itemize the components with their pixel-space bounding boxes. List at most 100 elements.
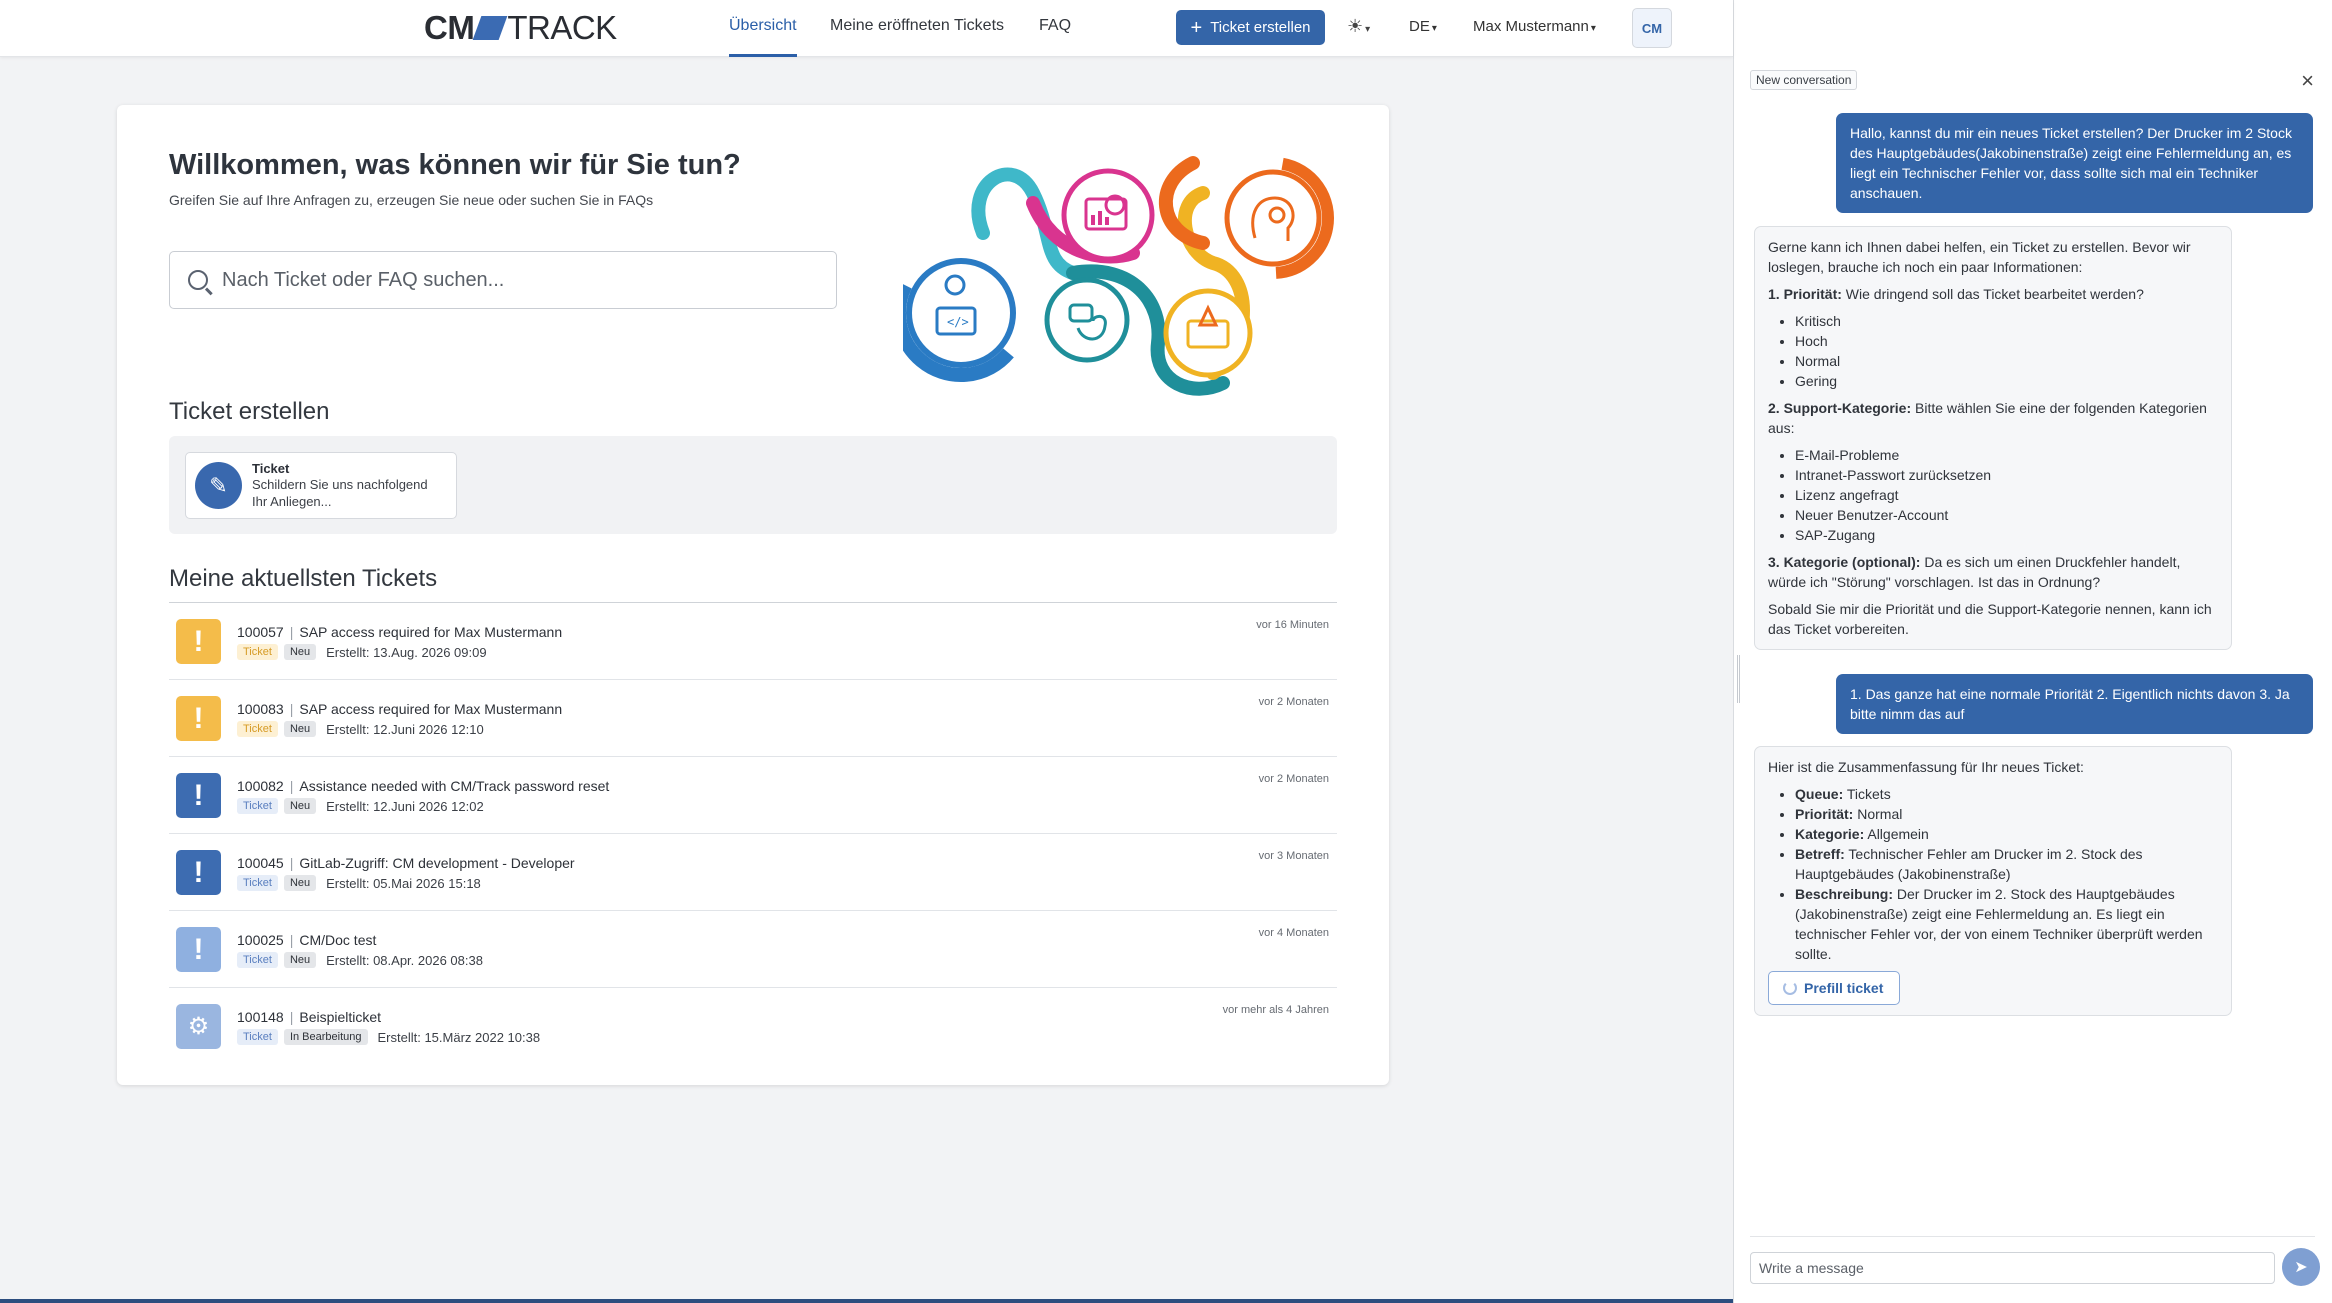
ticket-template-tile[interactable]: ✎ Ticket Schildern Sie uns nachfolgend I… — [185, 452, 457, 519]
ticket-type-badge: Ticket — [237, 644, 278, 660]
top-navbar: CM TRACK Übersicht Meine eröffneten Tick… — [0, 0, 1733, 57]
list-item: E-Mail-Probleme — [1795, 445, 2218, 465]
create-ticket-panel: ✎ Ticket Schildern Sie uns nachfolgend I… — [169, 436, 1337, 534]
ticket-age: vor 2 Monaten — [1258, 773, 1329, 785]
ticket-id: 100082 — [237, 778, 284, 794]
gear-icon: ⚙ — [176, 1004, 221, 1049]
ticket-title-line[interactable]: 100025 | CM/Doc test — [237, 932, 376, 948]
ticket-row[interactable]: ⚙ 100148 | Beispielticket Ticket In Bearbei… — [169, 988, 1337, 1065]
ticket-id: 100148 — [237, 1009, 284, 1025]
ticket-created: Erstellt: 08.Apr. 2026 08:38 — [326, 952, 483, 968]
exclamation-icon: ! — [176, 696, 221, 741]
service-illustration: </> — [903, 156, 1334, 396]
assistant-outro: Sobald Sie mir die Priorität und die Sup… — [1768, 601, 2212, 637]
nav-link-my-tickets[interactable]: Meine eröffneten Tickets — [830, 17, 1004, 57]
category-list: E-Mail-Probleme Intranet-Passwort zurück… — [1795, 445, 2218, 545]
status-badge: Neu — [283, 798, 317, 814]
recent-tickets-list: ! 100057 | SAP access required for Max Mus… — [169, 603, 1337, 1065]
ticket-age: vor 16 Minuten — [1256, 619, 1329, 631]
logo-track-text: TRACK — [507, 9, 617, 46]
create-ticket-button[interactable]: + Ticket erstellen — [1176, 10, 1325, 45]
nav-link-overview[interactable]: Übersicht — [729, 17, 797, 57]
list-item: Hoch — [1795, 331, 2218, 351]
theme-toggle[interactable]: ☀ ▾ — [1347, 16, 1370, 37]
ticket-title-line[interactable]: 100057 | SAP access required for Max Muste… — [237, 624, 562, 640]
ticket-subject: CM/Doc test — [299, 932, 377, 948]
ticket-row[interactable]: ! 100083 | SAP access required for Max Mus… — [169, 680, 1337, 757]
list-item: Kritisch — [1795, 311, 2218, 331]
ticket-row[interactable]: ! 100082 | Assistance needed with CM/Track… — [169, 757, 1337, 834]
ticket-subject: SAP access required for Max Mustermann — [299, 624, 563, 640]
summary-intro: Hier ist die Zusammenfassung für Ihr neu… — [1768, 759, 2084, 775]
support-chat-circle — [1044, 277, 1130, 363]
language-selector[interactable]: DE ▾ — [1409, 18, 1437, 35]
ticket-id: 100025 — [237, 932, 284, 948]
ticket-created: Erstellt: 15.März 2022 10:38 — [377, 1029, 541, 1045]
ticket-created: Erstellt: 13.Aug. 2026 09:09 — [326, 644, 487, 660]
ticket-created: Erstellt: 05.Mai 2026 15:18 — [326, 875, 481, 891]
chat-message-input[interactable] — [1750, 1252, 2275, 1284]
ticket-id: 100057 — [237, 624, 284, 640]
cm-track-logo[interactable]: CM TRACK — [424, 9, 617, 46]
question-label: 3. Kategorie (optional): — [1768, 554, 1921, 570]
loading-spinner-icon — [1783, 981, 1797, 995]
ticket-row[interactable]: ! 100057 | SAP access required for Max Mus… — [169, 603, 1337, 680]
ticket-meta: Ticket Neu Erstellt: 12.Juni 2026 12:02 — [237, 798, 484, 814]
list-item: Neuer Benutzer-Account — [1795, 505, 2218, 525]
list-item: SAP-Zugang — [1795, 525, 2218, 545]
dashboard-card: Willkommen, was können wir für Sie tun? … — [117, 105, 1389, 1085]
assistant-message: Hier ist die Zusammenfassung für Ihr neu… — [1754, 746, 2232, 1016]
ticket-title-line[interactable]: 100082 | Assistance needed with CM/Track p… — [237, 778, 609, 794]
new-conversation-button[interactable]: New conversation — [1750, 70, 1858, 90]
ticket-age: vor 2 Monaten — [1258, 696, 1329, 708]
status-badge: Neu — [283, 644, 317, 660]
question-text: Wie dringend soll das Ticket bearbeitet … — [1841, 286, 2144, 302]
status-badge: Neu — [283, 721, 317, 737]
welcome-title: Willkommen, was können wir für Sie tun? — [169, 149, 741, 181]
ticket-type-badge: Ticket — [237, 1029, 278, 1045]
ai-assistant-button[interactable]: CM — [1632, 8, 1672, 48]
logo-slash-mark — [472, 16, 508, 40]
search-input[interactable] — [222, 268, 802, 292]
list-item: Gering — [1795, 371, 2218, 391]
send-icon[interactable]: ➤ — [2282, 1248, 2320, 1286]
list-item: Queue: Tickets — [1795, 784, 2218, 804]
analytics-circle — [1061, 168, 1155, 262]
chevron-down-icon: ▾ — [1590, 23, 1596, 34]
ticket-type-badge: Ticket — [237, 875, 278, 891]
nav-link-faq[interactable]: FAQ — [1039, 17, 1071, 57]
ticket-age: vor 3 Monaten — [1258, 850, 1329, 862]
ticket-row[interactable]: ! 100045 | GitLab-Zugriff: CM development … — [169, 834, 1337, 911]
ticket-age: vor 4 Monaten — [1258, 927, 1329, 939]
list-item: Priorität: Normal — [1795, 804, 2218, 824]
list-item: Betreff: Technischer Fehler am Drucker i… — [1795, 844, 2218, 884]
ticket-summary-list: Queue: Tickets Priorität: Normal Kategor… — [1795, 784, 2218, 964]
chat-panel: New conversation × Hallo, kannst du mir … — [1733, 0, 2332, 1303]
ticket-title-line[interactable]: 100148 | Beispielticket — [237, 1009, 381, 1025]
ticket-type-badge: Ticket — [237, 721, 278, 737]
create-ticket-label: Ticket erstellen — [1210, 19, 1311, 36]
priority-list: Kritisch Hoch Normal Gering — [1795, 311, 2218, 391]
prefill-label: Prefill ticket — [1804, 980, 1884, 996]
user-menu[interactable]: Max Mustermann ▾ — [1473, 18, 1596, 35]
plus-icon: + — [1190, 16, 1203, 39]
edit-pencil-icon: ✎ — [195, 462, 242, 509]
ticket-title-line[interactable]: 100045 | GitLab-Zugriff: CM development - … — [237, 855, 575, 871]
question-label: 1. Priorität: — [1768, 286, 1842, 302]
close-icon[interactable]: × — [2301, 68, 2314, 94]
status-badge: In Bearbeitung — [283, 1029, 368, 1045]
status-badge: Neu — [283, 952, 317, 968]
ticket-age: vor mehr als 4 Jahren — [1222, 1004, 1329, 1016]
prefill-ticket-button[interactable]: Prefill ticket — [1768, 971, 1901, 1005]
chevron-down-icon: ▾ — [1431, 23, 1437, 34]
search-icon — [188, 270, 208, 290]
ticket-subject: GitLab-Zugriff: CM development - Develop… — [299, 855, 575, 871]
chat-input-divider — [1750, 1236, 2315, 1237]
search-box[interactable] — [169, 251, 837, 309]
list-item: Kategorie: Allgemein — [1795, 824, 2218, 844]
panel-resize-handle[interactable] — [1737, 655, 1740, 703]
tile-description-line1: Schildern Sie uns nachfolgend — [252, 477, 428, 492]
ticket-title-line[interactable]: 100083 | SAP access required for Max Muste… — [237, 701, 562, 717]
status-badge: Neu — [283, 875, 317, 891]
ticket-row[interactable]: ! 100025 | CM/Doc test Ticket Neu Erstellt: … — [169, 911, 1337, 988]
